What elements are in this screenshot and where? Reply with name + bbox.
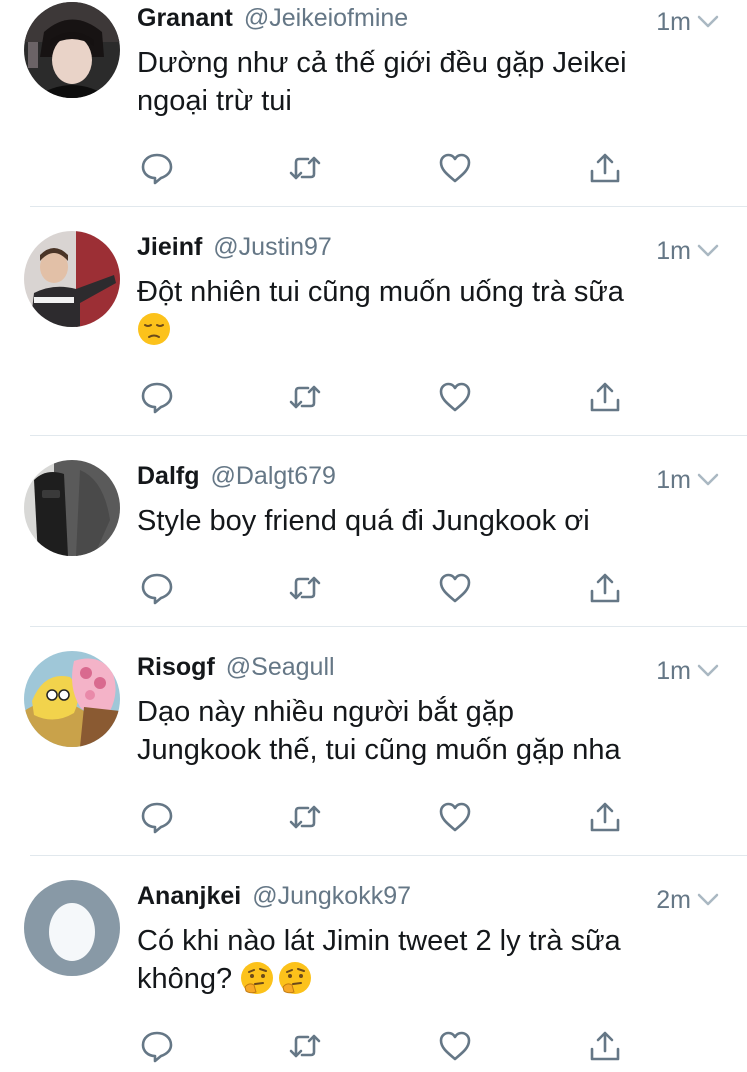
retweet-icon [289,576,321,600]
username-handle[interactable]: @Justin97 [213,233,332,262]
share-button[interactable] [587,799,623,835]
like-icon [439,573,471,603]
tweet[interactable]: Granant @Jeikeiofmine 1m Dường như cả th… [0,0,747,207]
chevron-down-icon[interactable] [697,473,719,487]
retweet-button[interactable] [287,570,323,606]
avatar[interactable] [24,231,120,327]
tweet-text-content: Đột nhiên tui cũng muốn uống trà sữa [137,276,624,308]
chevron-down-icon[interactable] [697,244,719,258]
timestamp: 1m [656,656,691,685]
share-icon [590,1031,620,1061]
share-button[interactable] [587,570,623,606]
username-handle[interactable]: @Jeikeiofmine [244,4,408,33]
tweet[interactable]: Jieinf @Justin97 1m Đột nhiên tui cũng m… [0,207,747,436]
reply-button[interactable] [139,799,175,835]
timestamp: 1m [656,236,691,265]
like-button[interactable] [437,1028,473,1064]
reply-button[interactable] [139,150,175,186]
tweet-text: Có khi nào lát Jimin tweet 2 ly trà sữa … [137,922,719,998]
like-button[interactable] [437,570,473,606]
avatar[interactable] [24,2,120,98]
share-icon [590,153,620,183]
reply-button[interactable] [139,1028,175,1064]
thinking-face-emoji [241,962,274,994]
reply-icon [141,153,173,185]
tweet[interactable]: Dalfg @Dalgt679 1m Style boy friend quá … [0,436,747,627]
reply-icon [141,573,173,605]
reply-icon [141,802,173,834]
reply-icon [141,1031,173,1063]
chevron-down-icon[interactable] [697,15,719,29]
retweet-button[interactable] [287,150,323,186]
reply-button[interactable] [139,570,175,606]
timestamp: 2m [656,885,691,914]
chevron-down-icon[interactable] [697,664,719,678]
like-icon [439,382,471,412]
pensive-face-emoji [138,313,170,345]
share-icon [590,382,620,412]
avatar[interactable] [24,651,120,747]
retweet-button[interactable] [287,799,323,835]
tweet-text: Đột nhiên tui cũng muốn uống trà sữa [137,273,719,349]
display-name[interactable]: Risogf [137,653,215,682]
tweet-text: Dạo này nhiều người bắt gặp Jungkook thế… [137,696,621,766]
display-name[interactable]: Dalfg [137,462,200,491]
timestamp: 1m [656,7,691,36]
tweet[interactable]: Ananjkei @Jungkokk97 2m Có khi nào lát J… [0,856,747,1072]
thinking-face-emoji [279,962,312,994]
retweet-button[interactable] [287,379,323,415]
like-button[interactable] [437,799,473,835]
retweet-icon [289,385,321,409]
share-button[interactable] [587,150,623,186]
like-button[interactable] [437,379,473,415]
display-name[interactable]: Ananjkei [137,882,241,911]
display-name[interactable]: Jieinf [137,233,202,262]
timestamp: 1m [656,465,691,494]
default-egg-avatar[interactable] [24,880,120,976]
tweet-text: Dường như cả thế giới đều gặp Jeikei ngo… [137,47,627,117]
username-handle[interactable]: @Jungkokk97 [252,882,411,911]
retweet-icon [289,805,321,829]
like-button[interactable] [437,150,473,186]
chevron-down-icon[interactable] [697,893,719,907]
username-handle[interactable]: @Seagull [226,653,335,682]
display-name[interactable]: Granant [137,4,233,33]
retweet-button[interactable] [287,1028,323,1064]
tweet[interactable]: Risogf @Seagull 1m Dạo này nhiều người b… [0,627,747,856]
avatar[interactable] [24,460,120,556]
like-icon [439,1031,471,1061]
reply-button[interactable] [139,379,175,415]
share-icon [590,802,620,832]
share-icon [590,573,620,603]
retweet-icon [289,1034,321,1058]
share-button[interactable] [587,1028,623,1064]
username-handle[interactable]: @Dalgt679 [211,462,336,491]
share-button[interactable] [587,379,623,415]
like-icon [439,802,471,832]
like-icon [439,153,471,183]
tweet-text: Style boy friend quá đi Jungkook ơi [137,505,590,537]
tweet-text-content: Có khi nào lát Jimin tweet 2 ly trà sữa … [137,925,621,995]
reply-icon [141,382,173,414]
retweet-icon [289,156,321,180]
